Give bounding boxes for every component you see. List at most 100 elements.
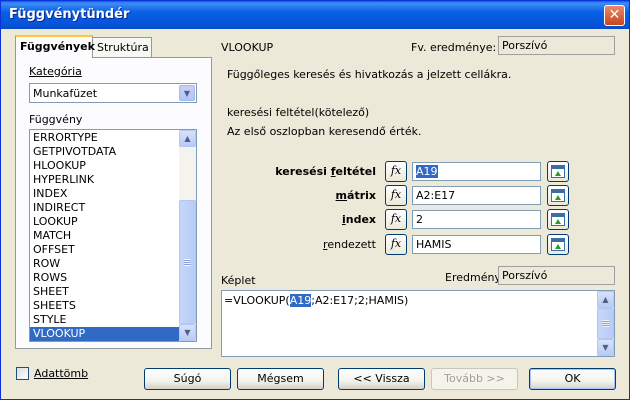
argument-input[interactable]: 2	[412, 210, 541, 229]
argument-value: A19	[416, 165, 438, 178]
function-list-item[interactable]: LOOKUP	[30, 215, 179, 229]
array-checkbox[interactable]	[16, 367, 29, 380]
formula-result-value: Porszívó	[502, 269, 548, 282]
function-list-scrollbar[interactable]: ▲ ▼	[179, 130, 196, 341]
function-list-item[interactable]: INDEX	[30, 187, 179, 201]
argument-label-part: endezett	[327, 238, 376, 251]
shrink-icon[interactable]	[547, 209, 569, 230]
shrink-icon[interactable]	[547, 234, 569, 255]
function-list-item[interactable]: HLOOKUP	[30, 159, 179, 173]
cancel-button[interactable]: Mégsem	[237, 368, 324, 390]
formula-result-field: Porszívó	[498, 266, 615, 285]
function-list-label: Függvény	[29, 113, 82, 126]
argument-label: rendezett	[256, 238, 376, 251]
argument-input[interactable]: A19	[412, 162, 541, 181]
argument-title: keresési feltétel(kötelező)	[227, 106, 370, 119]
function-list-item[interactable]: SHEET	[30, 285, 179, 299]
close-icon: ✕	[608, 7, 621, 23]
fx-icon[interactable]: fx	[385, 209, 407, 230]
title-bar[interactable]: Függvénytündér ✕	[1, 1, 629, 29]
next-button[interactable]: Tovább >>	[431, 368, 518, 390]
category-select[interactable]: Munkafüzet ▼	[29, 83, 197, 103]
function-listbox[interactable]: ERRORTYPE GETPIVOTDATA HLOOKUP HYPERLINK IND…	[29, 129, 197, 342]
function-list-item[interactable]: ROW	[30, 257, 179, 271]
function-result-value: Porszívó	[502, 39, 548, 52]
function-wizard-dialog: Függvénytündér ✕ Függvények Struktúra Ka…	[0, 0, 630, 400]
category-label: Kategória	[29, 65, 82, 78]
function-list-item[interactable]: VLOOKUP	[30, 327, 179, 341]
function-list-item[interactable]: STYLE	[30, 313, 179, 327]
argument-label-accesskey: m	[335, 189, 348, 202]
help-button-label: Súgó	[173, 372, 202, 385]
fx-icon[interactable]: fx	[385, 234, 407, 255]
close-button[interactable]: ✕	[604, 5, 625, 26]
shrink-icon[interactable]	[547, 161, 569, 182]
formula-text-before: =VLOOKUP(	[224, 294, 290, 307]
function-list-items: ERRORTYPE GETPIVOTDATA HLOOKUP HYPERLINK IND…	[30, 131, 179, 341]
function-list-item[interactable]: SHEETS	[30, 299, 179, 313]
function-name: VLOOKUP	[221, 41, 274, 54]
shrink-icon-glyph	[551, 165, 565, 178]
formula-label: Képlet	[221, 274, 256, 287]
shrink-icon-glyph	[551, 189, 565, 202]
function-list-label-text: Függvény	[29, 113, 83, 126]
cancel-button-label: Mégsem	[257, 372, 304, 385]
formula-scroll-thumb[interactable]	[597, 308, 614, 339]
function-list-item[interactable]: ROWS	[30, 271, 179, 285]
ok-button-label: OK	[564, 372, 581, 385]
back-button[interactable]: << Vissza	[338, 368, 425, 390]
scroll-grip	[602, 320, 609, 327]
tab-structure-label: Struktúra	[97, 41, 149, 54]
formula-editor[interactable]: =VLOOKUP(A19;A2:E17;2;HAMIS) ▲ ▼	[221, 290, 615, 357]
chevron-down-icon[interactable]: ▼	[179, 85, 195, 101]
function-result-label: Fv. eredménye:	[411, 41, 497, 54]
argument-label-part: eltétel	[335, 165, 376, 178]
scroll-down-icon[interactable]: ▼	[597, 339, 614, 356]
argument-input[interactable]: A2:E17	[412, 186, 541, 205]
shrink-icon-glyph	[551, 213, 565, 226]
scroll-grip	[184, 259, 191, 266]
function-list-item[interactable]: MATCH	[30, 229, 179, 243]
argument-value: A2:E17	[416, 189, 456, 202]
shrink-icon-glyph	[551, 238, 565, 251]
argument-value: HAMIS	[416, 238, 452, 251]
array-checkbox-label-text: Adattömb	[34, 367, 89, 380]
ok-button[interactable]: OK	[529, 368, 616, 390]
scroll-thumb[interactable]	[179, 200, 196, 324]
formula-scrollbar[interactable]: ▲ ▼	[597, 291, 614, 356]
scroll-up-icon[interactable]: ▲	[179, 130, 196, 147]
function-description: Függőleges keresés és hivatkozás a jelze…	[227, 68, 512, 81]
tab-functions-label: Függvények	[20, 40, 95, 53]
formula-text-after: ;A2:E17;2;HAMIS)	[311, 294, 409, 307]
array-checkbox-label: Adattömb	[34, 367, 88, 380]
function-list-item[interactable]: INDIRECT	[30, 201, 179, 215]
category-label-text: Kategória	[29, 65, 82, 78]
next-button-label: Tovább >>	[444, 372, 505, 385]
fx-icon[interactable]: fx	[385, 161, 407, 182]
tab-functions[interactable]: Függvények	[15, 35, 95, 58]
argument-value: 2	[416, 213, 423, 226]
formula-text-highlight: A19	[289, 294, 312, 307]
argument-label-part: keresési	[275, 165, 331, 178]
function-list-item[interactable]: GETPIVOTDATA	[30, 145, 179, 159]
fx-icon[interactable]: fx	[385, 185, 407, 206]
window-title: Függvénytündér	[9, 7, 130, 22]
argument-input[interactable]: HAMIS	[412, 235, 541, 254]
scroll-up-icon[interactable]: ▲	[597, 291, 614, 308]
help-button[interactable]: Súgó	[144, 368, 231, 390]
argument-label: mátrix	[256, 189, 376, 202]
function-list-item[interactable]: ERRORTYPE	[30, 131, 179, 145]
scroll-down-icon[interactable]: ▼	[179, 324, 196, 341]
argument-label-part: ndex	[345, 213, 376, 226]
tab-structure[interactable]: Struktúra	[92, 37, 152, 57]
formula-text[interactable]: =VLOOKUP(A19;A2:E17;2;HAMIS)	[224, 294, 408, 307]
shrink-icon[interactable]	[547, 185, 569, 206]
function-result-field: Porszívó	[498, 36, 615, 55]
argument-label: keresési feltétel	[256, 165, 376, 178]
argument-label: index	[256, 213, 376, 226]
formula-result-label: Eredmény	[445, 271, 501, 284]
argument-description: Az első oszlopban keresendő érték.	[227, 125, 422, 138]
category-selected-value: Munkafüzet	[33, 87, 98, 100]
function-list-item[interactable]: HYPERLINK	[30, 173, 179, 187]
function-list-item[interactable]: OFFSET	[30, 243, 179, 257]
